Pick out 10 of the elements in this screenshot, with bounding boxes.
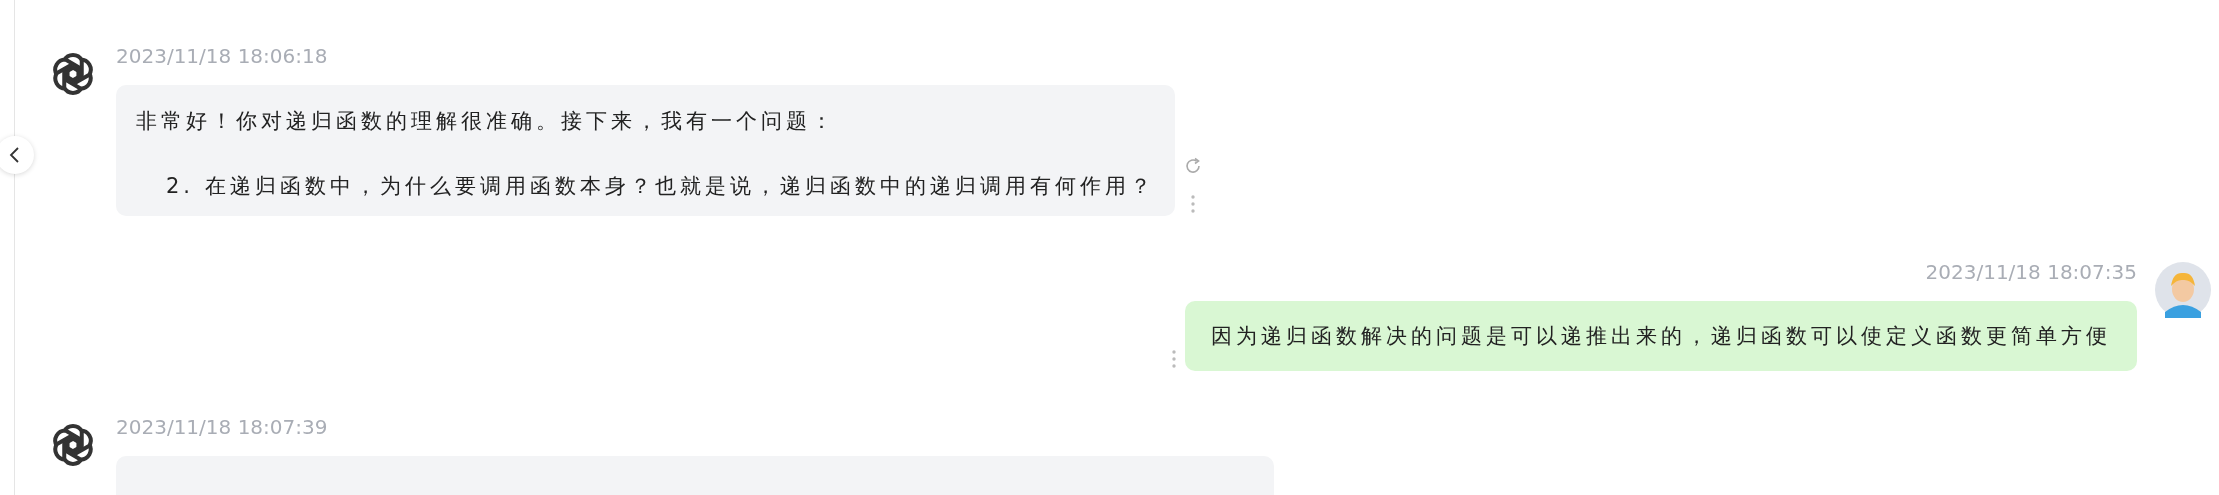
collapse-button[interactable]: [0, 136, 34, 174]
user-avatar: [2155, 262, 2211, 318]
timestamp: 2023/11/18 18:07:39: [116, 415, 329, 439]
timestamp: 2023/11/18 18:06:18: [116, 44, 329, 68]
timestamp: 2023/11/18 18:07:35: [1925, 260, 2137, 284]
message-text: 非常好！你对递归函数的理解很准确。接下来，我有一个问题：: [136, 108, 837, 135]
message-text: 2. 在递归函数中，为什么要调用函数本身？也就是说，递归函数中的递归调用有何作用？: [165, 173, 1155, 200]
message-text: 因为递归函数解决的问题是可以递推出来的，递归函数可以使定义函数更简单方便: [1211, 323, 2111, 350]
more-options-icon[interactable]: [1171, 349, 1177, 369]
more-options-icon[interactable]: [1189, 194, 1196, 214]
